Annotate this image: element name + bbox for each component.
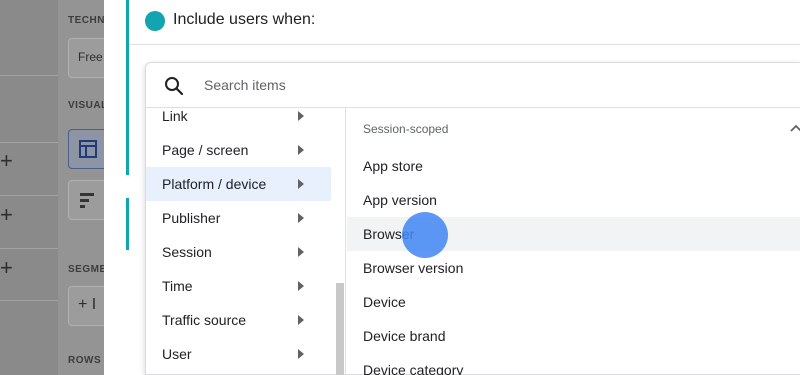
category-item-link[interactable]: Link <box>146 108 331 133</box>
background-left-column: + + + <box>0 0 58 375</box>
divider <box>0 142 58 143</box>
add-row-icon: + <box>0 202 13 227</box>
dimension-item-app-version[interactable]: App version <box>347 183 800 217</box>
section-label-technique: TECHN <box>68 15 105 26</box>
cursor-indicator <box>402 212 448 258</box>
category-label: Traffic source <box>162 312 247 328</box>
category-label: Link <box>162 108 188 124</box>
category-scrollbar[interactable] <box>336 283 344 375</box>
condition-dot-icon <box>145 11 165 31</box>
add-segment-button: + I <box>68 286 108 326</box>
dimension-label: App store <box>363 158 423 174</box>
background-app-panel: + + + TECHN Free VISUAL SEGME + I ROWS <box>0 0 108 375</box>
chevron-right-icon <box>298 213 304 223</box>
dimension-label: Device <box>363 294 406 310</box>
add-segment-label: + I <box>78 296 97 313</box>
bar-chart-icon <box>80 193 94 208</box>
category-item-publisher[interactable]: Publisher <box>146 201 331 235</box>
dimension-label: Device category <box>363 362 464 375</box>
category-label: Time <box>162 278 193 294</box>
category-list: Link Page / screen Platform / device Pub… <box>146 108 346 375</box>
chevron-right-icon <box>298 281 304 291</box>
table-viz-button <box>68 129 108 169</box>
chevron-right-icon <box>298 349 304 359</box>
bar-viz-button <box>68 180 108 220</box>
technique-value: Free <box>78 50 103 64</box>
condition-title: Include users when: <box>173 11 316 28</box>
chevron-right-icon <box>298 111 304 121</box>
add-row-icon: + <box>0 255 13 280</box>
category-label: User <box>162 346 192 362</box>
category-label: Session <box>162 244 212 260</box>
dimension-item-device-brand[interactable]: Device brand <box>347 319 800 353</box>
section-label-visualization: VISUAL <box>68 100 108 111</box>
group-heading: Session-scoped <box>363 122 449 136</box>
category-item-traffic-source[interactable]: Traffic source <box>146 303 331 337</box>
condition-accent-bar <box>126 198 129 250</box>
category-label: Page / screen <box>162 142 249 158</box>
dimension-item-device[interactable]: Device <box>347 285 800 319</box>
divider <box>0 300 58 301</box>
section-label-segment: SEGME <box>68 264 107 275</box>
dimension-label: Device brand <box>363 328 446 344</box>
search-icon <box>165 77 184 96</box>
category-item-session[interactable]: Session <box>146 235 331 269</box>
category-item-time[interactable]: Time <box>146 269 331 303</box>
divider <box>0 75 58 76</box>
search-bar <box>146 63 800 108</box>
chevron-right-icon <box>298 145 304 155</box>
technique-select: Free <box>68 38 108 78</box>
chevron-right-icon <box>298 179 304 189</box>
divider <box>0 248 58 249</box>
dimension-label: App version <box>363 192 437 208</box>
dimension-picker: Link Page / screen Platform / device Pub… <box>145 62 800 375</box>
dimension-item-device-category[interactable]: Device category <box>347 353 800 375</box>
add-row-icon: + <box>0 148 13 173</box>
category-label: Publisher <box>162 210 221 226</box>
dimension-item-app-store[interactable]: App store <box>347 149 800 183</box>
chevron-up-icon[interactable] <box>790 124 800 132</box>
dimension-label: Browser version <box>363 260 464 276</box>
chevron-right-icon <box>298 247 304 257</box>
section-label-rows: ROWS <box>68 355 102 366</box>
category-label: Platform / device <box>162 176 267 192</box>
category-item-user[interactable]: User <box>146 337 331 371</box>
category-item-page-screen[interactable]: Page / screen <box>146 133 331 167</box>
divider <box>0 195 58 196</box>
category-item-platform-device[interactable]: Platform / device <box>146 167 331 201</box>
table-icon <box>79 140 97 158</box>
search-input[interactable] <box>204 75 604 95</box>
condition-header: Include users when: <box>129 0 800 45</box>
chevron-right-icon <box>298 315 304 325</box>
